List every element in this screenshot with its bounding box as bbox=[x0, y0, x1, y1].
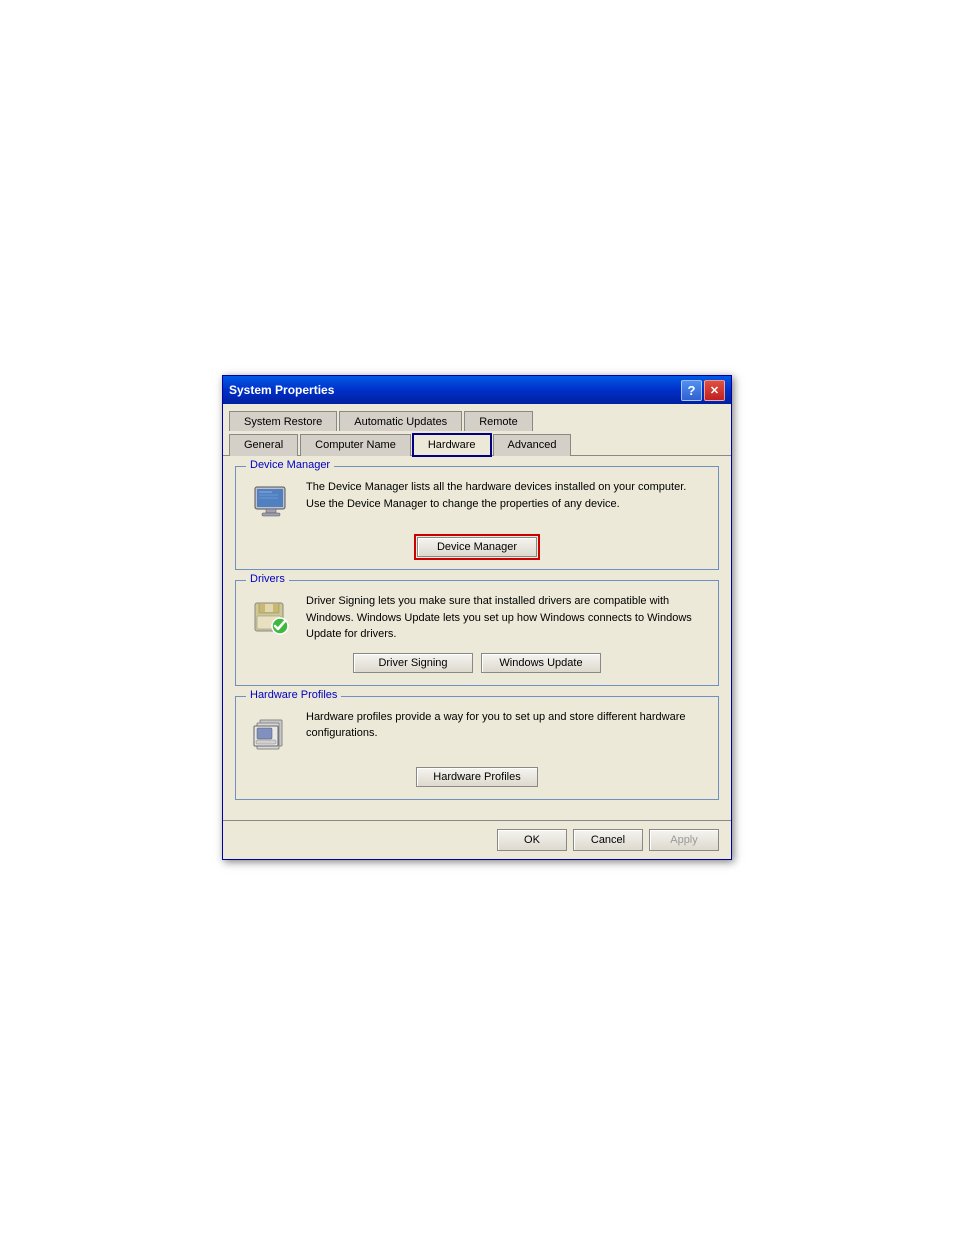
help-button[interactable]: ? bbox=[681, 380, 702, 401]
driver-signing-button[interactable]: Driver Signing bbox=[353, 653, 473, 673]
cancel-button[interactable]: Cancel bbox=[573, 829, 643, 851]
drivers-label: Drivers bbox=[246, 573, 289, 585]
drivers-body: Driver Signing lets you make sure that i… bbox=[246, 593, 708, 643]
device-manager-icon bbox=[246, 479, 296, 527]
bottom-bar: OK Cancel Apply bbox=[223, 820, 731, 859]
device-manager-btn-row: Device Manager bbox=[246, 537, 708, 557]
hardware-profiles-button[interactable]: Hardware Profiles bbox=[416, 767, 537, 787]
system-properties-dialog: System Properties ? ✕ System Restore Aut… bbox=[222, 375, 732, 860]
device-manager-label: Device Manager bbox=[246, 459, 334, 471]
tab-system-restore[interactable]: System Restore bbox=[229, 411, 337, 432]
device-manager-body: The Device Manager lists all the hardwar… bbox=[246, 479, 708, 527]
device-manager-description: The Device Manager lists all the hardwar… bbox=[306, 479, 708, 512]
ok-button[interactable]: OK bbox=[497, 829, 567, 851]
tabs-row-1: System Restore Automatic Updates Remote bbox=[223, 404, 731, 431]
tab-hardware[interactable]: Hardware bbox=[413, 434, 491, 456]
tab-general[interactable]: General bbox=[229, 434, 298, 456]
device-manager-section: Device Manager bbox=[235, 466, 719, 570]
hardware-profiles-description: Hardware profiles provide a way for you … bbox=[306, 709, 708, 742]
tab-automatic-updates[interactable]: Automatic Updates bbox=[339, 411, 462, 432]
hardware-profiles-body: Hardware profiles provide a way for you … bbox=[246, 709, 708, 757]
hardware-profiles-label: Hardware Profiles bbox=[246, 689, 341, 701]
tabs-row-2: General Computer Name Hardware Advanced bbox=[223, 431, 731, 456]
close-button[interactable]: ✕ bbox=[704, 380, 725, 401]
tab-content: Device Manager bbox=[223, 456, 731, 820]
apply-button[interactable]: Apply bbox=[649, 829, 719, 851]
drivers-description: Driver Signing lets you make sure that i… bbox=[306, 593, 708, 643]
drivers-icon bbox=[246, 593, 296, 641]
hardware-profiles-section: Hardware Profiles bbox=[235, 696, 719, 800]
title-bar: System Properties ? ✕ bbox=[223, 376, 731, 404]
dialog-title: System Properties bbox=[229, 383, 334, 397]
hardware-profiles-icon bbox=[246, 709, 296, 757]
tab-computer-name[interactable]: Computer Name bbox=[300, 434, 411, 456]
hardware-profiles-btn-row: Hardware Profiles bbox=[246, 767, 708, 787]
device-manager-button[interactable]: Device Manager bbox=[417, 537, 537, 557]
drivers-section: Drivers Driver Si bbox=[235, 580, 719, 686]
windows-update-button[interactable]: Windows Update bbox=[481, 653, 601, 673]
drivers-btn-row: Driver Signing Windows Update bbox=[246, 653, 708, 673]
tab-advanced[interactable]: Advanced bbox=[493, 434, 572, 456]
title-bar-controls: ? ✕ bbox=[681, 380, 725, 401]
tab-remote[interactable]: Remote bbox=[464, 411, 533, 432]
